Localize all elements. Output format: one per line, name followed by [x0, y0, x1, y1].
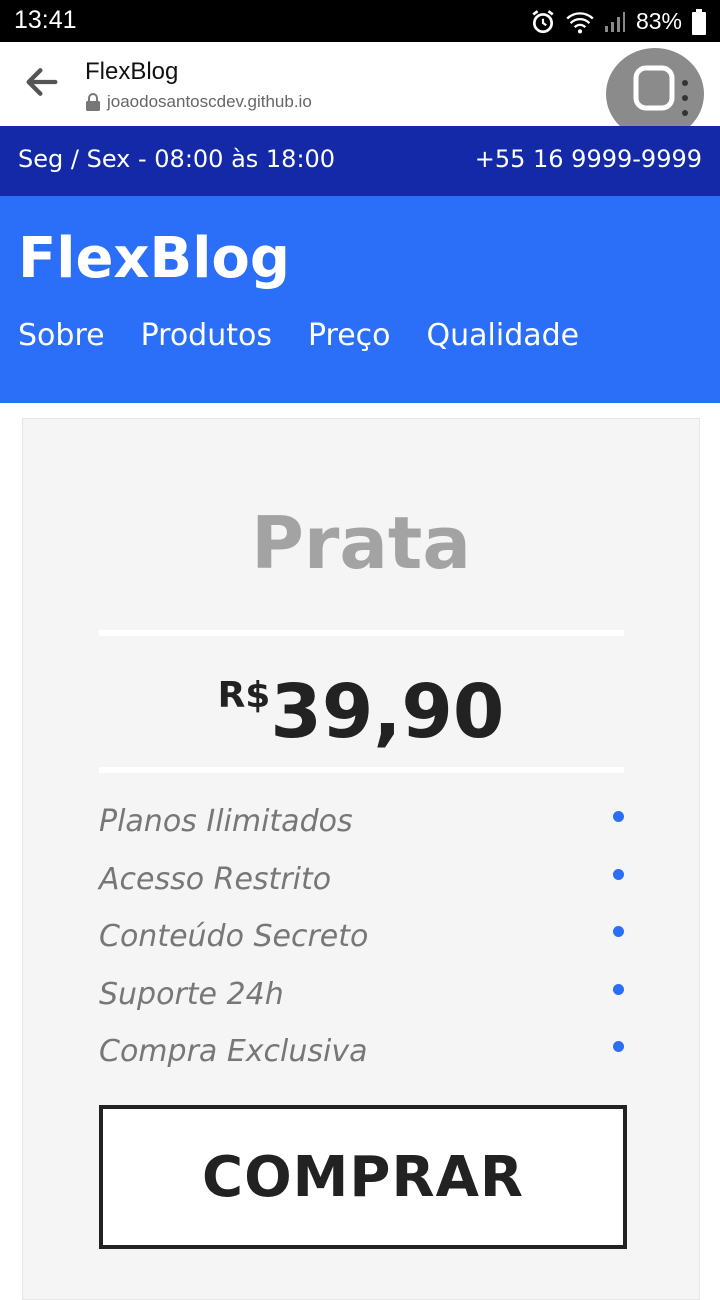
browser-title: FlexBlog	[85, 58, 179, 85]
pricing-card: Prata R$39,90 Planos Ilimitados Acesso R…	[22, 418, 700, 1300]
screen-overlay-icon	[633, 65, 675, 111]
alarm-icon	[532, 9, 554, 33]
feature-item: Suporte 24h	[99, 977, 624, 1035]
feature-item: Planos Ilimitados	[99, 804, 624, 862]
wifi-icon	[566, 11, 594, 33]
plan-price: R$39,90	[23, 669, 699, 755]
status-icons: 83%	[530, 8, 706, 35]
browser-app-bar: FlexBlog joaodosantoscdev.github.io	[0, 42, 720, 140]
feature-label: Acesso Restrito	[99, 861, 332, 897]
nav-link-qualidade[interactable]: Qualidade	[427, 318, 580, 353]
feature-label: Suporte 24h	[99, 976, 284, 1012]
back-arrow-icon[interactable]	[22, 62, 62, 102]
contact-bar: Seg / Sex - 08:00 às 18:00 +55 16 9999-9…	[0, 126, 720, 196]
signal-icon	[604, 11, 625, 32]
bullet-icon	[613, 868, 624, 880]
feature-item: Compra Exclusiva	[99, 1034, 624, 1092]
plan-name: Prata	[251, 501, 471, 585]
bullet-icon	[613, 926, 624, 937]
price-currency: R$	[217, 675, 271, 716]
business-hours: Seg / Sex - 08:00 às 18:00	[18, 145, 336, 173]
site-header: FlexBlog Sobre Produtos Preço Qualidade	[0, 196, 720, 403]
lock-icon	[86, 93, 100, 111]
divider	[99, 767, 624, 773]
bullet-icon	[613, 1041, 624, 1052]
main-nav: Sobre Produtos Preço Qualidade	[18, 318, 579, 353]
more-options-icon[interactable]	[682, 78, 688, 118]
feature-label: Planos Ilimitados	[99, 804, 353, 839]
phone-number[interactable]: +55 16 9999-9999	[475, 145, 702, 173]
nav-link-preco[interactable]: Preço	[308, 318, 391, 353]
nav-link-sobre[interactable]: Sobre	[18, 318, 105, 353]
page-content: Prata R$39,90 Planos Ilimitados Acesso R…	[0, 403, 720, 1300]
url-text: joaodosantoscdev.github.io	[107, 92, 312, 111]
status-time: 13:41	[14, 6, 77, 34]
bullet-icon	[613, 811, 624, 822]
battery-icon	[692, 8, 706, 35]
nav-link-produtos[interactable]: Produtos	[141, 318, 272, 353]
price-value: 39,90	[270, 669, 505, 755]
site-logo[interactable]: FlexBlog	[18, 226, 290, 291]
battery-percent: 83%	[635, 8, 682, 34]
feature-item: Conteúdo Secreto	[99, 919, 624, 977]
divider	[99, 630, 624, 636]
feature-list: Planos Ilimitados Acesso Restrito Conteú…	[99, 804, 624, 1092]
feature-label: Compra Exclusiva	[99, 1034, 368, 1069]
buy-button[interactable]: COMPRAR	[99, 1105, 627, 1249]
browser-url: joaodosantoscdev.github.io	[85, 92, 312, 112]
feature-item: Acesso Restrito	[99, 862, 624, 920]
bullet-icon	[613, 983, 624, 995]
feature-label: Conteúdo Secreto	[99, 919, 369, 954]
status-bar: 13:41 83%	[0, 0, 720, 42]
